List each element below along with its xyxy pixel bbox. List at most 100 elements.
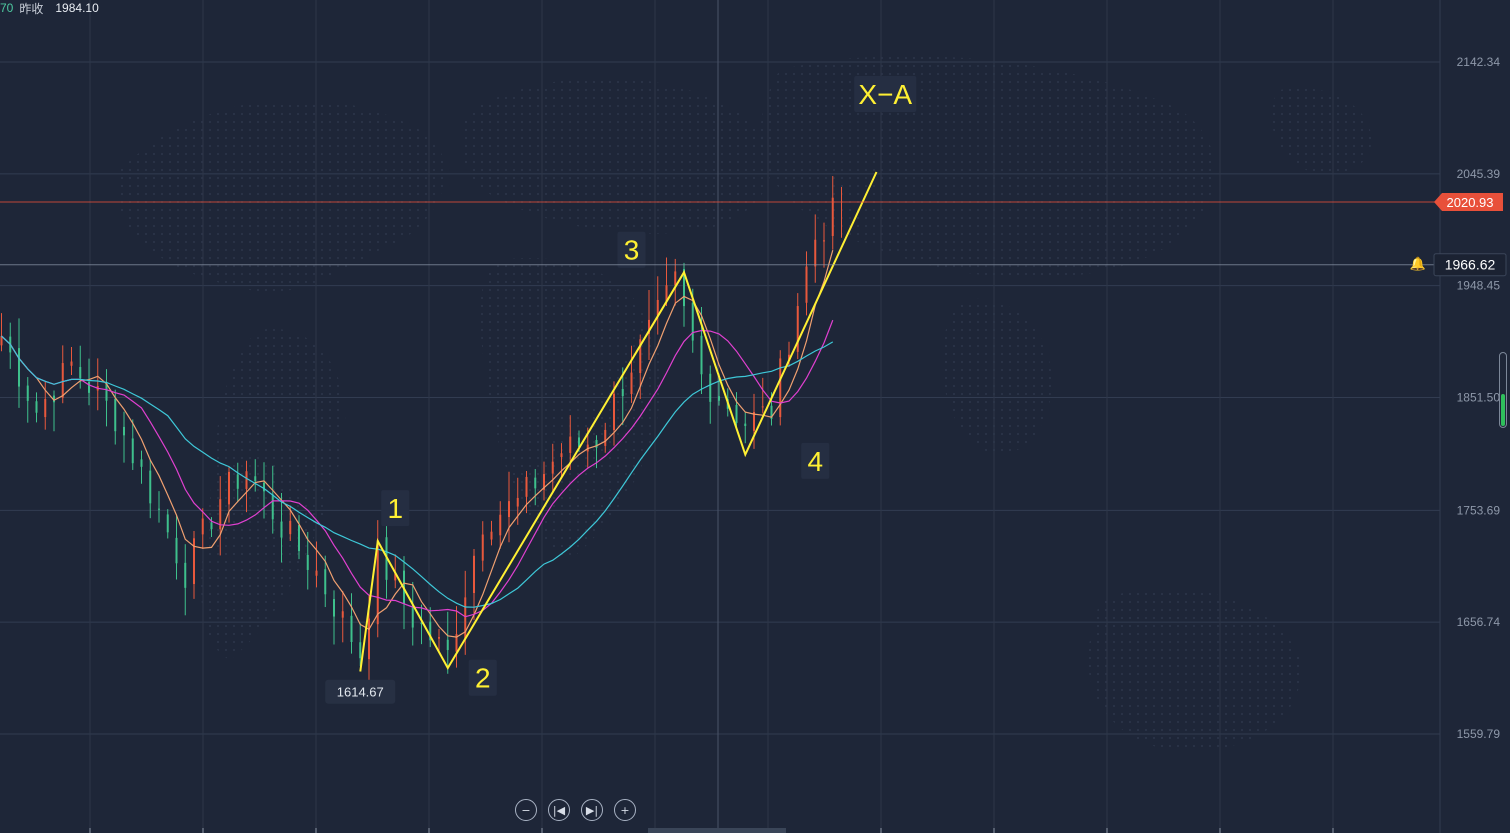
candle-body: [298, 525, 300, 552]
candle-body: [61, 363, 64, 398]
zoom-out-icon[interactable]: −: [515, 799, 537, 821]
candle-body: [499, 514, 502, 536]
world-map-watermark: [120, 55, 1372, 752]
candle-body: [534, 477, 537, 489]
candle-body: [341, 611, 344, 618]
wave-label: X−A: [858, 79, 912, 110]
moving-average-lines: [1, 249, 834, 638]
candle-body: [350, 615, 353, 642]
prev-close-label: 昨收: [19, 1, 44, 16]
vertical-zoom-slider[interactable]: [1499, 352, 1507, 428]
candle-body: [735, 404, 738, 423]
candle-body: [630, 372, 633, 395]
candle-body: [88, 382, 90, 393]
candle-body: [551, 461, 554, 474]
candle-body: [26, 385, 29, 401]
candle-body: [18, 348, 20, 387]
candle-body: [446, 639, 449, 651]
candle-body: [569, 436, 572, 453]
candle-body: [674, 271, 677, 286]
candle-body: [210, 522, 213, 530]
header-prefix: 70: [0, 1, 14, 15]
candle-body: [761, 406, 764, 408]
candle-body: [333, 599, 335, 617]
slider-fill: [1501, 394, 1505, 426]
candle-body: [158, 508, 160, 510]
wave-label: 3: [624, 235, 640, 266]
candle-body: [753, 412, 755, 431]
ma-slow-line: [1, 335, 834, 608]
candle-body: [289, 520, 292, 535]
y-tick-label: 1948.45: [1457, 279, 1501, 293]
candle-body: [481, 534, 484, 561]
candle-body: [438, 637, 440, 639]
wave-label: 4: [807, 446, 823, 477]
candle-body: [490, 531, 493, 540]
candle-body: [44, 399, 47, 418]
candle-body: [473, 555, 475, 593]
y-tick-label: 2142.34: [1457, 55, 1501, 69]
bell-icon[interactable]: 🔔: [1410, 256, 1426, 272]
candle-body: [823, 240, 825, 242]
candle-body: [324, 569, 327, 595]
candle-body: [709, 373, 712, 402]
candle-body: [280, 521, 283, 538]
candle-body: [79, 367, 82, 379]
candle-body: [691, 302, 694, 341]
skip-forward-icon[interactable]: ▶|: [581, 799, 603, 821]
candle-body: [744, 423, 747, 426]
candle-body: [621, 389, 624, 397]
candle-body: [175, 537, 178, 564]
candle-body: [35, 401, 38, 413]
header-bar: 70 昨收 1984.10: [0, 0, 99, 16]
candle-body: [560, 453, 563, 457]
candle-body: [123, 426, 125, 436]
candle-body: [236, 474, 239, 489]
skip-back-icon[interactable]: |◀: [548, 799, 570, 821]
candle-body: [718, 396, 720, 401]
candle-body: [105, 383, 108, 401]
candlestick-series: [0, 176, 842, 689]
candle-body: [368, 618, 370, 660]
crosshair-price-label: 1966.62: [1445, 257, 1496, 273]
candle-body: [245, 471, 248, 489]
y-tick-label: 1656.74: [1457, 615, 1501, 629]
wave-label: 2: [475, 663, 491, 694]
candle-body: [656, 299, 659, 316]
prev-close-value: 1984.10: [55, 1, 99, 15]
candle-body: [114, 398, 117, 432]
candle-body: [525, 476, 528, 497]
candle-body: [359, 642, 362, 659]
candle-body: [814, 239, 817, 267]
low-marker-label: 1614.67: [337, 685, 384, 700]
y-tick-label: 1851.50: [1457, 390, 1501, 404]
candle-body: [184, 562, 187, 588]
candle-body: [254, 476, 257, 482]
candle-body: [805, 266, 808, 303]
zoom-in-icon[interactable]: +: [614, 799, 636, 821]
candle-body: [201, 518, 204, 535]
candle-body: [271, 494, 274, 520]
chart-toolbar: − |◀ ▶| +: [515, 799, 636, 821]
y-tick-label: 1559.79: [1457, 727, 1501, 741]
candle-body: [604, 429, 607, 446]
candle-body: [516, 497, 519, 507]
candle-body: [508, 501, 510, 517]
ma-fast-line: [1, 249, 834, 638]
candle-body: [315, 570, 318, 576]
kline-chart[interactable]: 1 2 3 4 X−A 1614.67 2142.34 2045.39 1948.45 1851…: [0, 0, 1510, 833]
candle-body: [228, 471, 230, 505]
candle-body: [263, 482, 265, 492]
candle-body: [700, 335, 703, 375]
wave-label: 1: [387, 493, 403, 524]
x-scroll-thumb: [648, 828, 786, 833]
candle-body: [140, 459, 143, 467]
y-tick-label: 1753.69: [1457, 503, 1501, 517]
candle-body: [306, 554, 309, 570]
candle-body: [166, 514, 169, 533]
candle-body: [70, 361, 73, 366]
candle-body: [131, 438, 134, 464]
candle-body: [613, 393, 615, 430]
candle-body: [831, 197, 834, 236]
y-tick-label: 2045.39: [1457, 167, 1501, 181]
